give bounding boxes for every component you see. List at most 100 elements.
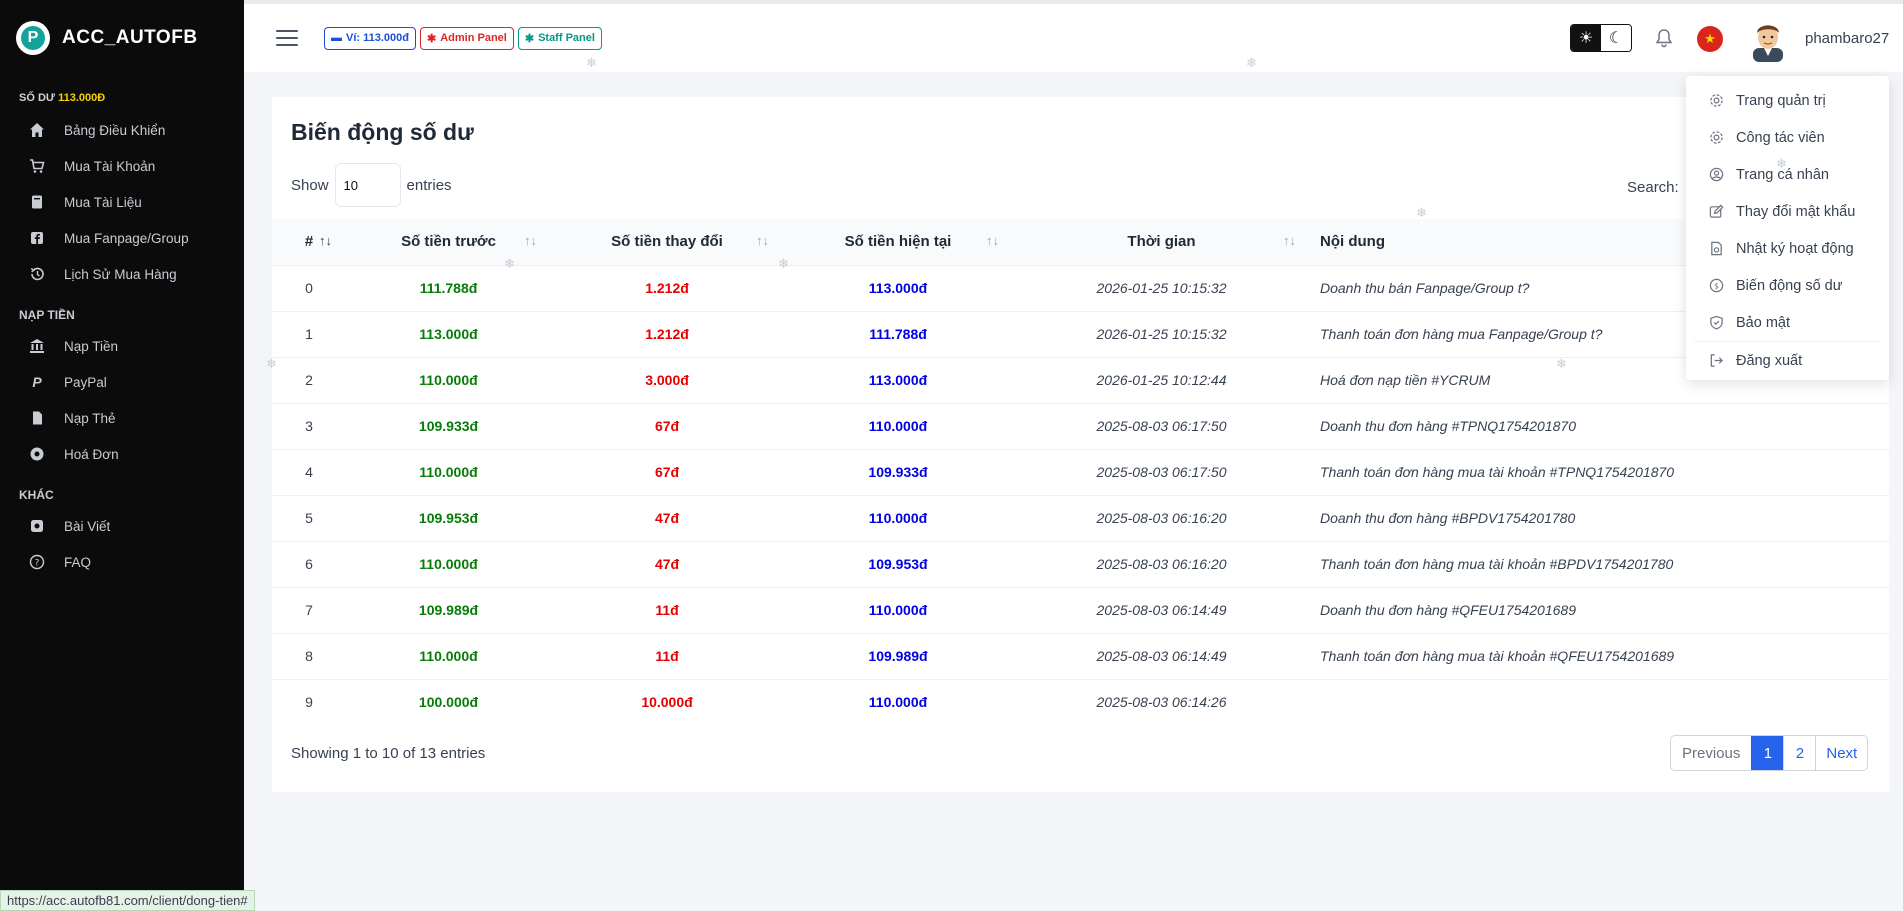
menu-item-activity-log[interactable]: Nhật ký hoạt động [1686, 230, 1889, 267]
sidebar-item-label: Bài Viết [64, 518, 111, 534]
col-header-time[interactable]: Thời gian ↑↓ [1013, 219, 1310, 265]
cell-index: 0 [305, 280, 313, 296]
wallet-icon: ▬ [331, 32, 342, 44]
pagination-previous[interactable]: Previous [1671, 736, 1751, 770]
wallet-badge-label: Ví: 113.000đ [346, 32, 409, 44]
balance-display: SỐ DƯ 113.000Đ [0, 76, 244, 104]
col-header-index[interactable]: # ↑↓ [272, 219, 346, 265]
menu-item-collaborator[interactable]: Công tác viên [1686, 119, 1889, 156]
cell-before: 109.953đ [418, 510, 479, 526]
menu-item-profile[interactable]: Trang cá nhân [1686, 156, 1889, 193]
cell-change: 3.000đ [645, 372, 689, 388]
sidebar-item-buy-account[interactable]: Mua Tài Khoản [0, 148, 244, 184]
col-header-label: Số tiền trước [401, 233, 496, 251]
snowflake-decoration: ❄ [1246, 55, 1257, 70]
cell-after: 110.000đ [868, 510, 928, 526]
menu-item-balance-history[interactable]: $ Biến động số dư [1686, 267, 1889, 304]
table-row: 5 109.953đ 47đ 110.000đ 2025-08-03 06:16… [272, 495, 1889, 541]
logout-icon [1708, 353, 1724, 369]
gear-icon [1708, 93, 1724, 109]
edit-icon [1708, 204, 1724, 220]
wallet-badge[interactable]: ▬ Ví: 113.000đ [324, 26, 416, 50]
sidebar-item-dashboard[interactable]: Bảng Điều Khiển [0, 112, 244, 148]
table-row: 9 100.000đ 10.000đ 110.000đ 2025-08-03 0… [272, 679, 1889, 725]
menu-item-label: Đăng xuất [1736, 352, 1803, 369]
menu-toggle-icon[interactable] [276, 30, 298, 46]
staff-panel-button[interactable]: ✱ Staff Panel [517, 26, 602, 50]
table-row: 3 109.933đ 67đ 110.000đ 2025-08-03 06:17… [272, 403, 1889, 449]
sidebar-item-purchase-history[interactable]: Lịch Sử Mua Hàng [0, 256, 244, 292]
user-circle-icon [1708, 167, 1724, 183]
book-icon [28, 193, 46, 211]
cell-content: Thanh toán đơn hàng mua tài khoản #BPDV1… [1320, 556, 1674, 572]
sidebar-item-articles[interactable]: Bài Viết [0, 508, 244, 544]
snowflake-decoration: ❄ [1416, 205, 1427, 220]
sort-icon: ↑↓ [1283, 233, 1296, 248]
cell-change: 47đ [654, 510, 680, 526]
cell-content: Doanh thu đơn hàng #TPNQ1754201870 [1320, 418, 1576, 434]
sidebar-item-faq[interactable]: ? FAQ [0, 544, 244, 580]
sidebar-item-topup[interactable]: Nạp Tiền [0, 328, 244, 364]
bank-icon [28, 337, 46, 355]
cell-after: 110.000đ [868, 602, 928, 618]
bell-icon[interactable] [1655, 28, 1673, 53]
table-row: 7 109.989đ 11đ 110.000đ 2025-08-03 06:14… [272, 587, 1889, 633]
menu-item-security[interactable]: Bảo mật [1686, 304, 1889, 341]
page-title: Biến động số dư [291, 119, 474, 145]
cell-time: 2025-08-03 06:14:26 [1096, 694, 1227, 711]
col-header-before[interactable]: Số tiền trước ↑↓ [346, 219, 551, 265]
pagination-page-2[interactable]: 2 [1783, 736, 1815, 770]
cell-before: 110.000đ [419, 372, 478, 388]
col-header-change[interactable]: Số tiền thay đổi ↑↓ [551, 219, 783, 265]
cell-before: 110.000đ [419, 464, 478, 480]
username[interactable]: phambaro27 [1805, 30, 1889, 47]
sidebar-item-label: Mua Tài Khoản [64, 158, 156, 174]
cell-change: 10.000đ [641, 694, 693, 711]
brand-name: ACC_AUTOFB [62, 27, 198, 48]
sidebar-item-label: Hoá Đơn [64, 446, 119, 462]
coin-icon: $ [1708, 278, 1724, 294]
cell-time: 2025-08-03 06:16:20 [1096, 556, 1227, 572]
menu-item-label: Nhật ký hoạt động [1736, 240, 1854, 257]
user-dropdown-menu: Trang quản trị Công tác viên Trang cá nh… [1686, 76, 1889, 380]
col-header-label: Số tiền hiện tại [844, 233, 952, 251]
pagination-page-1[interactable]: 1 [1751, 736, 1784, 770]
sun-icon[interactable]: ☀ [1571, 25, 1601, 51]
brand-logo-letter: P [21, 26, 45, 50]
admin-panel-label: Admin Panel [440, 32, 507, 44]
brand[interactable]: P ACC_AUTOFB [0, 0, 244, 76]
cell-time: 2026-01-25 10:15:32 [1096, 326, 1227, 342]
menu-item-change-password[interactable]: Thay đổi mật khẩu [1686, 193, 1889, 230]
cell-before: 109.989đ [418, 602, 479, 618]
menu-item-admin[interactable]: Trang quản trị [1686, 82, 1889, 119]
vietnam-flag-icon[interactable]: ★ [1697, 26, 1723, 52]
balance-label: SỐ DƯ [19, 92, 56, 104]
sort-icon: ↑↓ [756, 233, 769, 248]
sidebar-item-card-topup[interactable]: Nạp Thẻ [0, 400, 244, 436]
moon-icon[interactable]: ☾ [1601, 25, 1631, 51]
sort-icon: ↑↓ [986, 233, 999, 248]
admin-panel-button[interactable]: ✱ Admin Panel [420, 26, 514, 50]
cell-time: 2025-08-03 06:17:50 [1096, 464, 1227, 480]
cell-content: Doanh thu đơn hàng #QFEU1754201689 [1320, 602, 1576, 618]
sidebar-item-paypal[interactable]: P PayPal [0, 364, 244, 400]
menu-item-logout[interactable]: Đăng xuất [1686, 342, 1889, 379]
cell-after: 111.788đ [869, 326, 927, 342]
sidebar-item-invoice[interactable]: Hoá Đơn [0, 436, 244, 472]
cart-icon [28, 157, 46, 175]
sidebar-item-buy-document[interactable]: Mua Tài Liệu [0, 184, 244, 220]
browser-status-url: https://acc.autofb81.com/client/dong-tie… [0, 890, 255, 911]
col-header-after[interactable]: Số tiền hiện tại ↑↓ [783, 219, 1013, 265]
avatar[interactable] [1749, 18, 1787, 62]
table-row: 1 113.000đ 1.212đ 111.788đ 2026-01-25 10… [272, 311, 1889, 357]
sidebar-item-label: PayPal [64, 374, 107, 390]
gear-icon [1708, 130, 1724, 146]
cell-change: 67đ [654, 464, 680, 480]
sidebar-item-buy-fanpage[interactable]: Mua Fanpage/Group [0, 220, 244, 256]
search-label: Search: [1627, 178, 1679, 196]
theme-toggle[interactable]: ☀ ☾ [1570, 24, 1632, 52]
col-header-label: Nội dung [1320, 233, 1385, 251]
page-size-select[interactable]: 10 [334, 163, 401, 207]
pagination-next[interactable]: Next [1815, 736, 1867, 770]
topbar: ▬ Ví: 113.000đ ✱ Admin Panel ✱ Staff Pan… [244, 4, 1903, 72]
